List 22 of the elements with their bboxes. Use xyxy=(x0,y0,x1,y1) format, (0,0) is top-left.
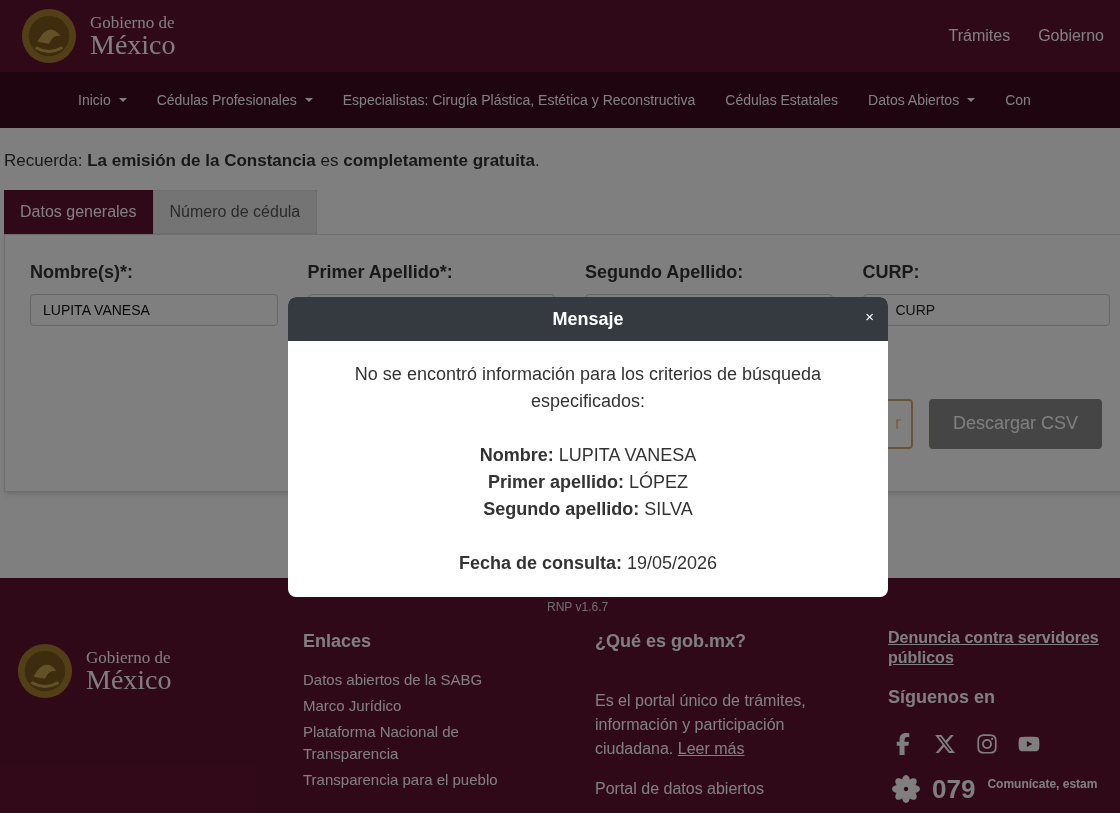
version-text: RNP v1.6.7 xyxy=(547,599,609,616)
field-label: Primer Apellido*: xyxy=(307,260,454,284)
logo-text: México xyxy=(90,30,176,59)
field-label: CURP: xyxy=(862,260,921,284)
phone-number: 079 xyxy=(932,776,976,802)
footer-heading: ¿Qué es gob.mx? xyxy=(595,630,748,653)
notice-text: Recuerda: La emisión de la Constancia es completamente gratuita. xyxy=(4,150,541,172)
footer-heading: Síguenos en xyxy=(888,686,996,709)
dialog-title: Mensaje xyxy=(552,307,624,331)
dialog-message: No se encontró información para los criterios de búsqueda especificados: xyxy=(353,363,823,413)
logo-text: México xyxy=(86,665,172,694)
logo-text: Gobierno de xyxy=(90,13,176,31)
footer-heading: Enlaces xyxy=(303,630,373,653)
logo-text: Gobierno de xyxy=(86,648,172,666)
detail-text: Primer apellido: LÓPEZ xyxy=(487,470,689,494)
phone-text: Comunícate, estam xyxy=(987,776,1098,793)
field-label: Segundo Apellido: xyxy=(585,260,745,284)
footer-paragraph: Es el portal único de trámites, información y participación ciudadana. Leer más xyxy=(595,691,807,759)
field-label: Nombre(s)*: xyxy=(30,260,134,284)
detail-text: Nombre: LUPITA VANESA xyxy=(479,444,697,467)
date-text: Fecha de consulta: 19/05/2026 xyxy=(458,552,718,575)
detail-text: Segundo apellido: SILVA xyxy=(483,498,693,521)
